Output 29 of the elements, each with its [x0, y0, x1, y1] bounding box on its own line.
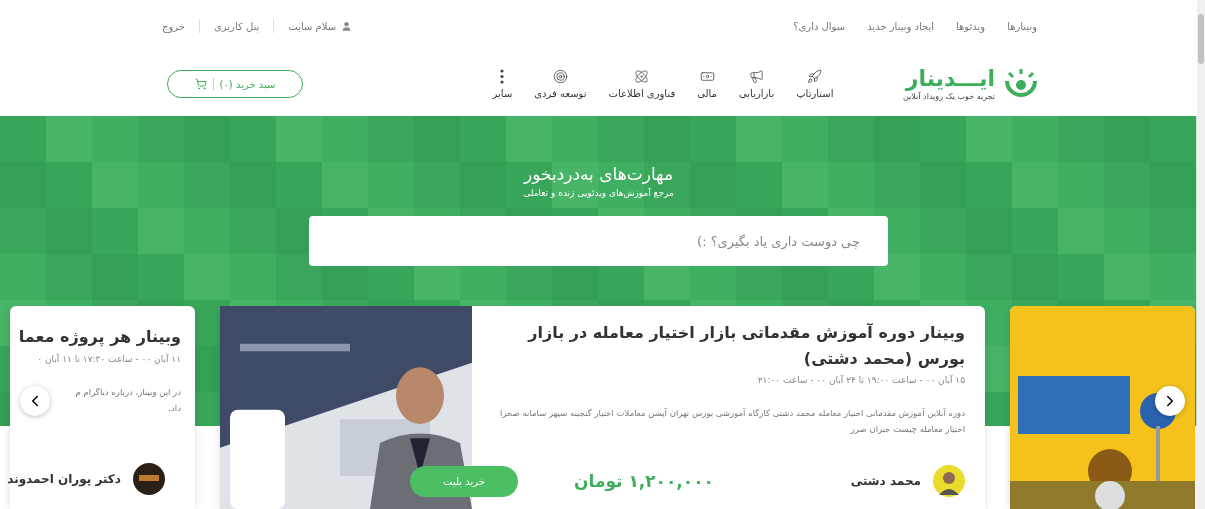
avatar: [133, 463, 165, 495]
cart-icon: [194, 78, 207, 90]
category-link[interactable]: توسعه فردی: [534, 69, 587, 99]
category-link[interactable]: فناوری اطلاعات: [608, 69, 676, 99]
user-panel-link[interactable]: پنل کاربری: [214, 20, 260, 32]
nav-link[interactable]: ایجاد وبینار جدید: [867, 20, 934, 32]
nav-link[interactable]: ویدئوها: [956, 20, 986, 32]
logo-name: ایـــدینار: [905, 67, 995, 92]
avatar: [933, 465, 965, 497]
category-icon: [699, 69, 715, 84]
greeting-text: سلام سایت: [288, 20, 337, 32]
category-link[interactable]: بازاریابی: [739, 69, 775, 99]
host-name: محمد دشتی: [850, 474, 921, 488]
nav-link[interactable]: وبینارها: [1007, 20, 1037, 32]
price: ۱,۲۰۰,۰۰۰ تومان: [574, 471, 714, 491]
category-icon: [749, 69, 765, 84]
category-link[interactable]: مالی: [697, 69, 717, 99]
category-icon: [634, 69, 650, 84]
category-link[interactable]: استارتاپ: [796, 69, 834, 99]
category-icon: [500, 69, 505, 84]
user-icon: [341, 20, 353, 32]
logo-tagline: تجربه خوب یک رویداد آنلاین: [903, 91, 995, 101]
cart-button[interactable]: سبد خرید (۰): [167, 70, 303, 98]
host-name: دکتر پوران احمدوند: [7, 472, 121, 486]
category-icon: [807, 69, 823, 84]
category-icon: [552, 69, 568, 84]
category-link[interactable]: سایر: [492, 69, 513, 99]
nav-link[interactable]: سوال داری؟: [793, 20, 846, 32]
logout-link[interactable]: خروج: [162, 20, 185, 32]
